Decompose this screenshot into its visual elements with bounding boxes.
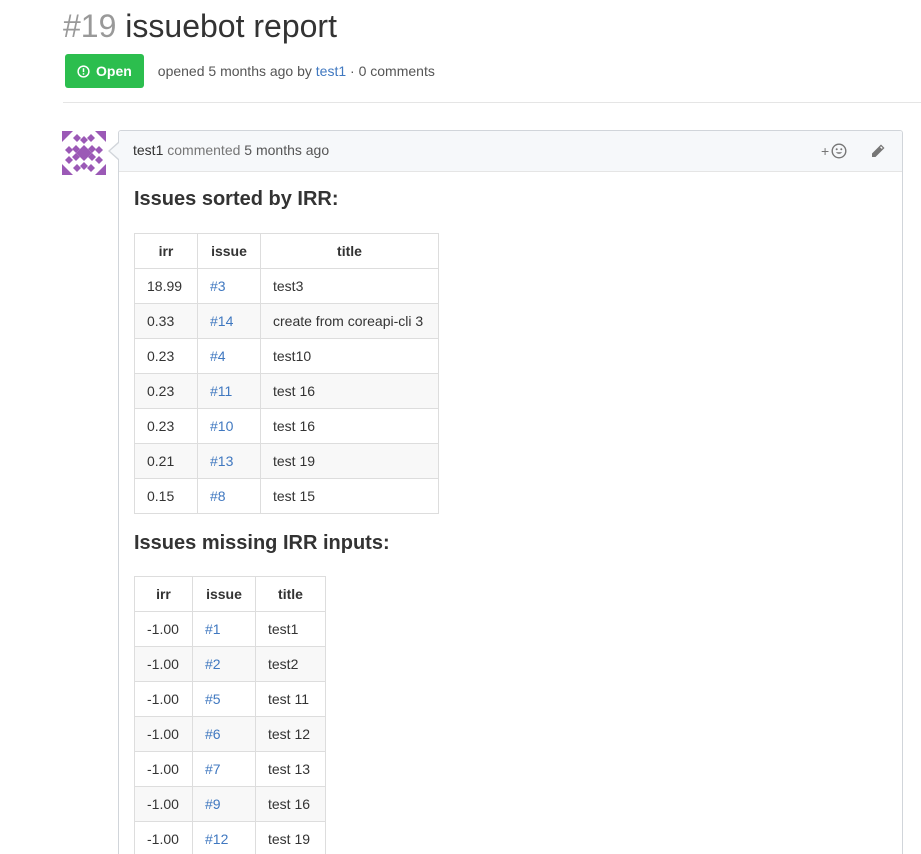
table-row: 0.15 #8 test 15 bbox=[134, 478, 439, 514]
title-cell: test 12 bbox=[255, 716, 326, 752]
issue-link[interactable]: #6 bbox=[192, 716, 256, 752]
issue-opened-icon bbox=[77, 64, 90, 78]
irr-cell: -1.00 bbox=[134, 716, 193, 752]
table-row: -1.00 #2 test2 bbox=[134, 646, 326, 682]
column-header: irr bbox=[134, 576, 193, 612]
issue-link[interactable]: #10 bbox=[197, 408, 261, 444]
column-header: title bbox=[260, 233, 439, 269]
issue-link[interactable]: #3 bbox=[197, 268, 261, 304]
table-header-row: irr issue title bbox=[134, 233, 439, 269]
issue-meta: Open opened 5 months ago by test1 · 0 co… bbox=[65, 54, 435, 88]
column-header: issue bbox=[192, 576, 256, 612]
irr-cell: 0.15 bbox=[134, 478, 198, 514]
comment: test1 commented 5 months ago + Issues so… bbox=[118, 130, 903, 854]
pencil-icon[interactable] bbox=[870, 143, 886, 159]
column-header: issue bbox=[197, 233, 261, 269]
table-row: 0.23 #10 test 16 bbox=[134, 408, 439, 444]
author-link[interactable]: test1 bbox=[316, 63, 346, 79]
title-cell: test 16 bbox=[255, 786, 326, 822]
issue-link[interactable]: #8 bbox=[197, 478, 261, 514]
issue-link[interactable]: #9 bbox=[192, 786, 256, 822]
issue-link[interactable]: #12 bbox=[192, 821, 256, 854]
table-row: -1.00 #6 test 12 bbox=[134, 716, 326, 752]
comment-header: test1 commented 5 months ago + bbox=[119, 131, 902, 172]
table-row: -1.00 #1 test1 bbox=[134, 611, 326, 647]
column-header: irr bbox=[134, 233, 198, 269]
issue-link[interactable]: #2 bbox=[192, 646, 256, 682]
comments-count: · 0 comments bbox=[350, 63, 435, 79]
title-cell: test 16 bbox=[260, 373, 439, 409]
table-row: -1.00 #9 test 16 bbox=[134, 786, 326, 822]
smiley-icon bbox=[831, 143, 847, 159]
irr-cell: 0.23 bbox=[134, 338, 198, 374]
title-cell: test 15 bbox=[260, 478, 439, 514]
issue-title-text: issuebot report bbox=[125, 8, 337, 44]
status-badge: Open bbox=[65, 54, 144, 88]
irr-cell: -1.00 bbox=[134, 821, 193, 854]
issue-page: #19 issuebot report Open opened 5 months… bbox=[0, 0, 921, 854]
table-header-row: irr issue title bbox=[134, 576, 326, 612]
comment-arrow-fill bbox=[110, 143, 119, 159]
status-label: Open bbox=[96, 63, 132, 79]
issue-title: #19 issuebot report bbox=[63, 4, 337, 48]
irr-cell: -1.00 bbox=[134, 681, 193, 717]
table-row: 0.33 #14 create from coreapi-cli 3 bbox=[134, 303, 439, 339]
table-row: 0.23 #11 test 16 bbox=[134, 373, 439, 409]
title-cell: test 16 bbox=[260, 408, 439, 444]
irr-cell: 0.23 bbox=[134, 408, 198, 444]
title-cell: test 13 bbox=[255, 751, 326, 787]
comment-author[interactable]: test1 bbox=[133, 142, 163, 158]
comment-time[interactable]: 5 months ago bbox=[244, 142, 329, 158]
issue-number: #19 bbox=[63, 8, 117, 44]
table-row: 0.23 #4 test10 bbox=[134, 338, 439, 374]
irr-cell: 0.23 bbox=[134, 373, 198, 409]
missing-heading: Issues missing IRR inputs: bbox=[134, 532, 390, 554]
title-cell: test2 bbox=[255, 646, 326, 682]
title-cell: test 19 bbox=[255, 821, 326, 854]
comment-header-text: test1 commented 5 months ago bbox=[133, 142, 329, 158]
table-row: 18.99 #3 test3 bbox=[134, 268, 439, 304]
table-row: -1.00 #5 test 11 bbox=[134, 681, 326, 717]
title-cell: create from coreapi-cli 3 bbox=[260, 303, 439, 339]
add-reaction-button[interactable]: + bbox=[821, 142, 855, 160]
irr-cell: 0.33 bbox=[134, 303, 198, 339]
title-cell: test10 bbox=[260, 338, 439, 374]
issue-link[interactable]: #4 bbox=[197, 338, 261, 374]
reaction-plus: + bbox=[821, 143, 830, 159]
irr-cell: -1.00 bbox=[134, 611, 193, 647]
issue-link[interactable]: #7 bbox=[192, 751, 256, 787]
avatar[interactable] bbox=[62, 131, 106, 175]
table-row: 0.21 #13 test 19 bbox=[134, 443, 439, 479]
table-row: -1.00 #12 test 19 bbox=[134, 821, 326, 854]
comment-verb: commented bbox=[167, 142, 241, 158]
irr-cell: 18.99 bbox=[134, 268, 198, 304]
table-row: -1.00 #7 test 13 bbox=[134, 751, 326, 787]
missing-table: irr issue title -1.00 #1 test1 -1.00 #2 … bbox=[134, 576, 326, 854]
issue-link[interactable]: #14 bbox=[197, 303, 261, 339]
title-cell: test 19 bbox=[260, 443, 439, 479]
title-cell: test1 bbox=[255, 611, 326, 647]
issue-link[interactable]: #13 bbox=[197, 443, 261, 479]
issue-link[interactable]: #11 bbox=[197, 373, 261, 409]
title-cell: test 11 bbox=[255, 681, 326, 717]
issue-link[interactable]: #1 bbox=[192, 611, 256, 647]
irr-cell: -1.00 bbox=[134, 646, 193, 682]
column-header: title bbox=[255, 576, 326, 612]
sorted-table: irr issue title 18.99 #3 test3 0.33 #14 … bbox=[134, 233, 439, 514]
sorted-heading: Issues sorted by IRR: bbox=[134, 188, 339, 210]
irr-cell: -1.00 bbox=[134, 786, 193, 822]
header-divider bbox=[63, 102, 921, 103]
title-cell: test3 bbox=[260, 268, 439, 304]
irr-cell: 0.21 bbox=[134, 443, 198, 479]
meta-opened-text: opened 5 months ago by bbox=[157, 63, 312, 79]
issue-link[interactable]: #5 bbox=[192, 681, 256, 717]
irr-cell: -1.00 bbox=[134, 751, 193, 787]
